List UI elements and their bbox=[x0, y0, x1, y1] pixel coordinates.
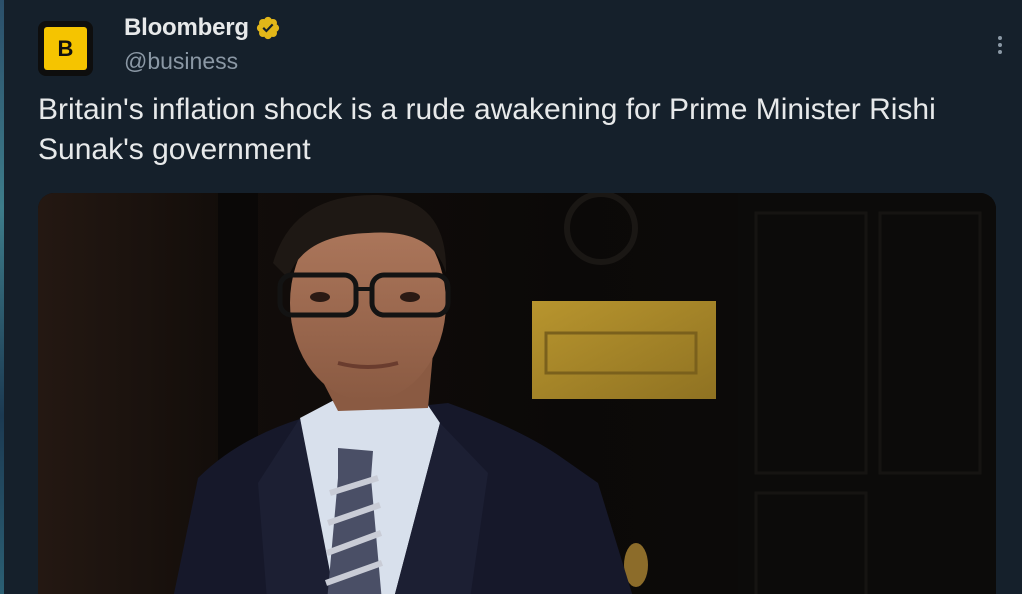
avatar-logo: B bbox=[44, 27, 87, 70]
tweet-media-photo[interactable] bbox=[38, 193, 996, 594]
verified-badge-icon bbox=[256, 16, 279, 40]
tweet-text: Britain's inflation shock is a rude awak… bbox=[38, 93, 936, 166]
author-display-name[interactable]: Bloomberg bbox=[124, 14, 249, 42]
author-name-row: Bloomberg bbox=[124, 14, 281, 42]
avatar[interactable]: B bbox=[38, 21, 93, 76]
more-options-icon[interactable] bbox=[990, 30, 1010, 60]
author-handle[interactable]: @business bbox=[124, 48, 238, 75]
tweet-card[interactable]: B Bloomberg @business Britain's inflatio… bbox=[0, 0, 1022, 594]
photo-image bbox=[38, 193, 996, 594]
left-edge-strip bbox=[0, 0, 4, 594]
